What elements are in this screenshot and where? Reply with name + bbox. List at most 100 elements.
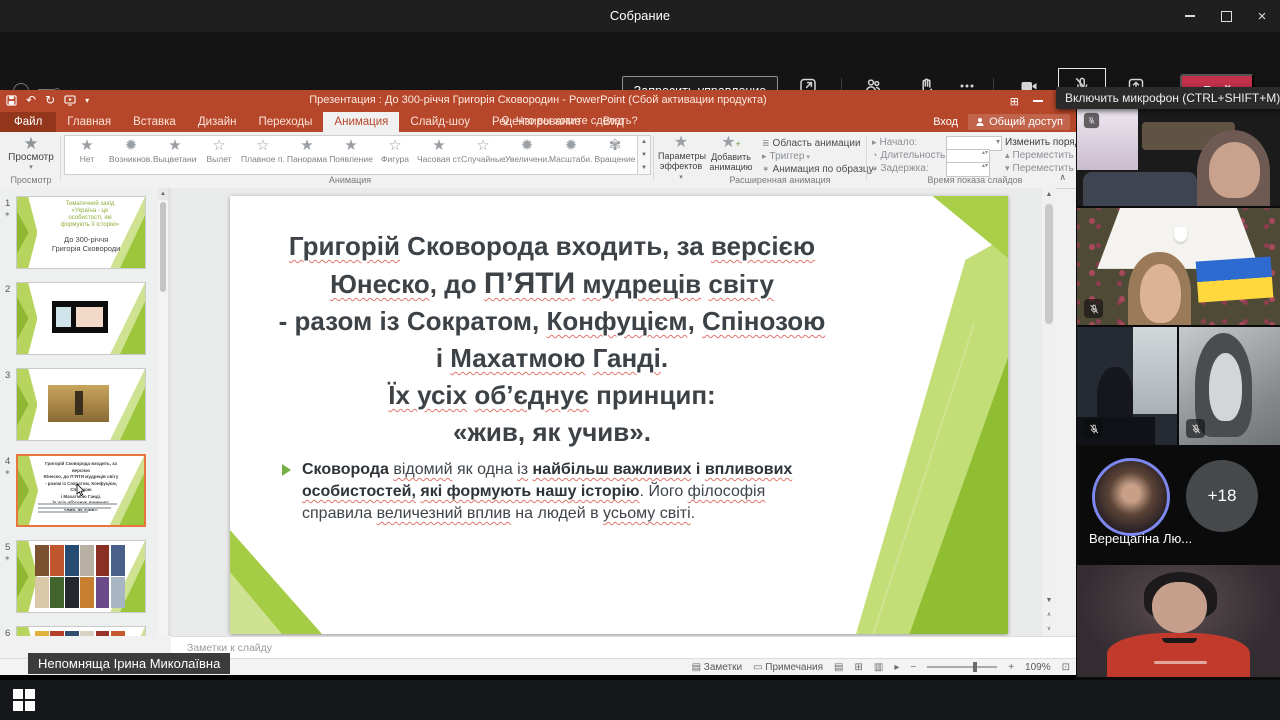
animation-effect-item[interactable]: ★Часовая ст... <box>417 136 461 174</box>
mouse-cursor-icon <box>76 484 85 496</box>
fit-slide-icon[interactable]: ⊡ <box>1062 662 1070 673</box>
slide-thumbnail-row: 2 <box>0 282 168 362</box>
overflow-participants-badge[interactable]: +18 <box>1186 460 1258 532</box>
tab-6[interactable]: Анимация <box>323 112 400 132</box>
animation-effect-item[interactable]: ☆ Фигура <box>373 136 417 174</box>
comments-toggle[interactable]: ▭ Примечания <box>753 662 823 673</box>
slide-title-line: і Махатмою Ганді. <box>435 343 669 373</box>
animation-effect-item[interactable]: ☆ Вылет <box>197 136 241 174</box>
animation-painter-button[interactable]: ✶ Анимация по образцу <box>762 164 874 175</box>
minimize-button[interactable] <box>1172 0 1208 32</box>
animation-effect-item[interactable]: ★ Панорама <box>285 136 329 174</box>
lightbulb-icon <box>502 116 509 126</box>
document-share-button[interactable]: Общий доступ <box>968 114 1070 130</box>
signin-link[interactable]: Вход <box>933 116 958 128</box>
animation-star-icon: ✶ <box>4 468 11 477</box>
zoom-out-icon[interactable]: − <box>910 662 916 673</box>
slide-thumbnail-2[interactable] <box>16 282 146 355</box>
teams-titlebar: Собрание × <box>0 0 1280 32</box>
slide-number: 1 <box>5 198 11 209</box>
slide-thumbnail-3[interactable] <box>16 368 146 441</box>
star-burst: ✹ <box>520 137 534 154</box>
slide-thumbnail-row: 5 ✶ <box>0 540 168 620</box>
animation-effect-item[interactable]: ✹Увеличени... <box>505 136 549 174</box>
star-outline: ☆ <box>212 137 226 154</box>
tab-7[interactable]: Слайд-шоу <box>399 112 481 132</box>
windows-taskbar: T 16°C Partly sunny ∧ <box>0 680 1280 720</box>
animation-effect-item[interactable]: ✾ Вращение <box>593 136 637 174</box>
collapse-ribbon-icon[interactable]: ∧ <box>1059 172 1066 183</box>
slide-body-text[interactable]: Сковорода відомий як одна із найбільш ва… <box>302 459 822 525</box>
mic-muted-icon <box>1084 419 1103 438</box>
current-slide-canvas[interactable]: Григорій Сковорода входить, за версією Юн… <box>230 196 1008 634</box>
slide-title-text[interactable]: Григорій Сковорода входить, за версією Юн… <box>252 228 852 451</box>
tab-3[interactable]: Вставка <box>122 112 187 132</box>
thumbnail-scrollbar[interactable]: ▲ <box>158 188 168 636</box>
slide-number: 5 <box>5 542 11 553</box>
presenter-name-overlay: Непомняща Ірина Миколаївна <box>28 653 231 674</box>
reading-view-icon[interactable]: ▥ <box>874 662 883 673</box>
star-burst: ✹ <box>124 137 138 154</box>
ribbon-tabs-row: Файл Главная Вставка Дизайн Переходы Анимация… <box>0 112 1076 132</box>
slide-thumbnail-5[interactable] <box>16 540 146 613</box>
star-outline: ☆ <box>476 137 490 154</box>
zoom-in-icon[interactable]: + <box>1008 662 1014 673</box>
animation-effect-item[interactable]: ☆Случайные... <box>461 136 505 174</box>
notes-pane[interactable]: Заметки к слайду <box>171 636 1076 659</box>
slide-thumbnail-4[interactable]: Григорій Сковорода входить, за версією Юн… <box>16 454 146 527</box>
person-icon <box>976 118 984 126</box>
mic-muted-icon <box>1084 299 1103 318</box>
close-button[interactable]: × <box>1244 0 1280 32</box>
tab-5[interactable]: Переходы <box>247 112 323 132</box>
ribbon-display-icon[interactable]: ⊞ <box>1010 95 1019 108</box>
start-label: ▸ Начало: <box>872 137 918 148</box>
slide-thumbnail-6[interactable] <box>16 626 146 636</box>
tell-me-box[interactable]: Что вы хотите сделать? <box>500 115 638 127</box>
gallery-scroll[interactable]: ▲ ▼ ▼ <box>637 135 651 175</box>
slide-sorter-icon[interactable]: ⊞ <box>854 662 862 673</box>
star-plus-icon: ★+ <box>721 134 741 151</box>
tab-2[interactable]: Главная <box>56 112 122 132</box>
participant-video[interactable] <box>1077 208 1280 325</box>
slideshow-view-icon[interactable]: ▸ <box>894 662 899 673</box>
normal-view-icon[interactable]: ▤ <box>834 662 843 673</box>
animation-effect-item[interactable]: ★ Нет <box>65 136 109 174</box>
zoom-level[interactable]: 109% <box>1025 662 1051 673</box>
ppt-minimize-button[interactable] <box>1033 100 1043 102</box>
zoom-slider[interactable] <box>927 662 998 672</box>
add-animation-button[interactable]: ★+ Добавить анимацию <box>706 134 756 173</box>
animation-effect-item[interactable]: ★ Выцветание <box>153 136 197 174</box>
window-controls: × <box>1172 0 1280 32</box>
tab-1[interactable]: Файл <box>0 112 57 132</box>
delay-label: ◕ Задержка: <box>872 163 929 174</box>
participant-video[interactable] <box>1077 565 1280 677</box>
slide-thumbnail-1[interactable]: Тематичний захід «Україна - це особистості… <box>16 196 146 269</box>
animation-pane-button[interactable]: ≣ Область анимации <box>762 138 861 149</box>
animation-effect-item[interactable]: ✹ Возникнов... <box>109 136 153 174</box>
participant-video[interactable] <box>1077 106 1280 206</box>
animation-effect-item[interactable]: ★ Появление <box>329 136 373 174</box>
screen: Собрание × Запросить управление Контент … <box>0 0 1280 720</box>
participant-video[interactable] <box>1077 327 1177 445</box>
star-solid: ★ <box>80 137 94 154</box>
slide-number: 2 <box>5 284 11 295</box>
tab-4[interactable]: Дизайн <box>187 112 248 132</box>
document-title: Презентация : До 300-річчя Григорія Сков… <box>309 94 767 106</box>
effect-options-button[interactable]: ★ Параметры эффектов ▾ <box>658 135 706 182</box>
participant-video[interactable] <box>1179 327 1280 445</box>
powerpoint-window: ↶ ↻ ▾ Презентация : До 300-річчя Григорі… <box>0 90 1139 675</box>
participant-avatar[interactable] <box>1092 458 1170 536</box>
duration-label: ◔ Длительность: <box>872 150 949 161</box>
animation-effect-item[interactable]: ☆ Плавное п... <box>241 136 285 174</box>
slide-thumbnail-row: 4 ✶ Григорій Сковорода входить, за версією… <box>0 454 168 534</box>
slide-photo <box>47 384 110 422</box>
start-button[interactable] <box>10 688 38 712</box>
preview-button[interactable]: ★ Просмотр ▾ <box>8 135 54 173</box>
animation-effect-item[interactable]: ✹ Масштаби... <box>549 136 593 174</box>
participant-video-strip: +18 Верещагіна Лю... <box>1076 90 1280 680</box>
star-outline: ☆ <box>388 137 402 154</box>
maximize-button[interactable] <box>1208 0 1244 32</box>
trigger-button[interactable]: ▸ Триггер ▾ <box>762 151 810 162</box>
slide-scrollbar[interactable]: ▲ ▼ ∧ ∨ <box>1042 188 1056 636</box>
notes-toggle[interactable]: ▤ Заметки <box>692 662 742 673</box>
